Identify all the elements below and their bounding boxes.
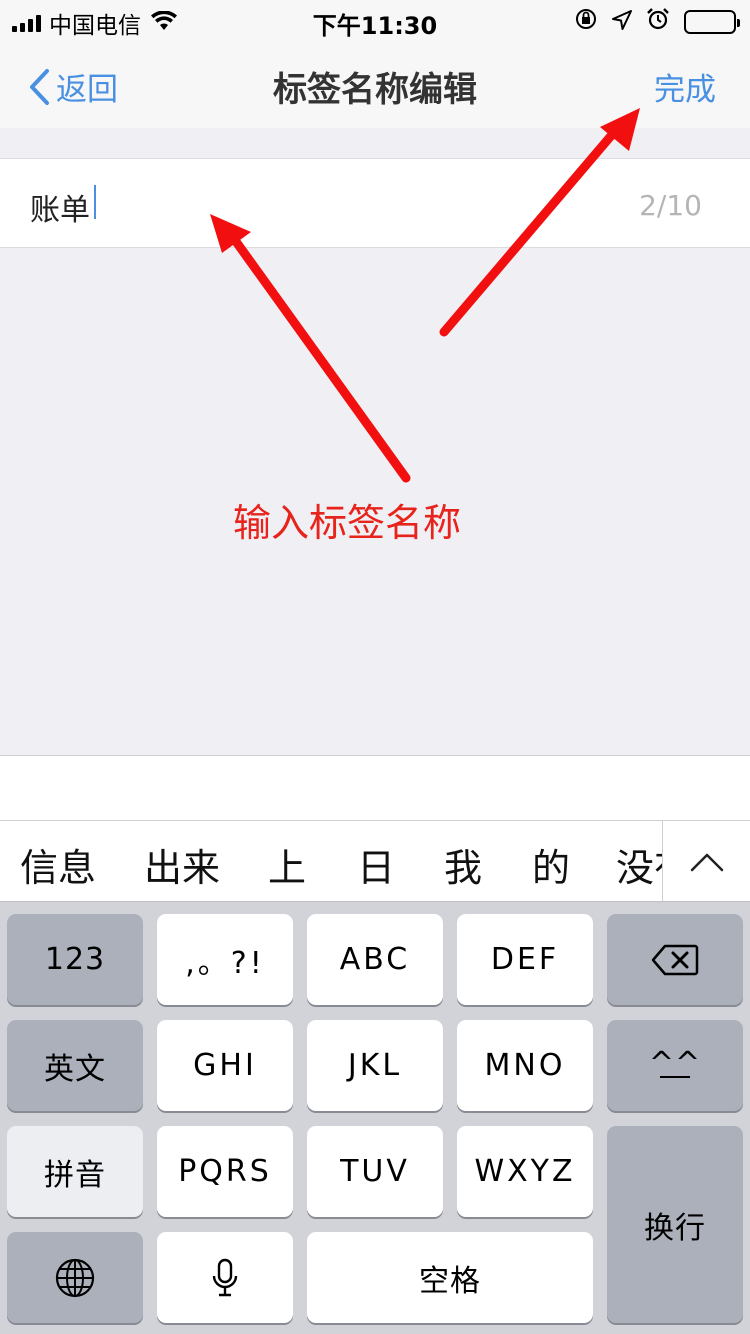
chevron-up-icon: [690, 853, 723, 872]
space-key[interactable]: 空格: [307, 1232, 593, 1323]
return-key[interactable]: 换行: [607, 1126, 743, 1323]
microphone-key[interactable]: [157, 1232, 293, 1323]
arrow-to-input: [210, 214, 411, 483]
input-accessory-area: [0, 755, 750, 820]
key-def[interactable]: DEF: [457, 914, 593, 1005]
globe-key[interactable]: [7, 1232, 143, 1323]
status-right: [574, 7, 740, 37]
page-title: 标签名称编辑: [273, 70, 477, 110]
tag-name-value[interactable]: 账单: [30, 185, 90, 229]
backspace-key[interactable]: [607, 914, 743, 1005]
tag-name-input[interactable]: 账单 2/10: [0, 158, 750, 248]
candidate-item[interactable]: 我: [444, 837, 482, 892]
candidate-item[interactable]: 的: [532, 837, 570, 892]
candidate-item[interactable]: 上: [268, 837, 306, 892]
candidate-item[interactable]: 出来: [144, 837, 220, 892]
key-pqrs[interactable]: PQRS: [157, 1126, 293, 1217]
keyboard: 123 ,。?! ABC DEF 英文 GHI JKL MNO ^^ 拼音 PQ…: [0, 902, 750, 1334]
globe-icon: [55, 1258, 95, 1297]
battery-icon: [684, 10, 740, 34]
key-emoticon[interactable]: ^^: [607, 1020, 743, 1111]
alarm-icon: [646, 7, 670, 37]
candidate-item[interactable]: 信息: [20, 837, 96, 892]
nav-bar: 返回 标签名称编辑 完成: [0, 40, 750, 128]
key-mno[interactable]: MNO: [457, 1020, 593, 1111]
key-jkl[interactable]: JKL: [307, 1020, 443, 1111]
location-icon: [612, 8, 632, 36]
annotation-label: 输入标签名称: [233, 501, 462, 545]
status-bar: 中国电信 下午11:30: [0, 0, 750, 40]
microphone-icon: [212, 1258, 238, 1296]
emoticon-label: ^^: [648, 1045, 702, 1081]
candidate-bar: 信息 出来 上 日 我 的 没有: [0, 820, 750, 902]
char-counter: 2/10: [639, 189, 702, 222]
orientation-lock-icon: [574, 7, 598, 37]
backspace-icon: [651, 944, 699, 975]
key-ghi[interactable]: GHI: [157, 1020, 293, 1111]
done-button[interactable]: 完成: [654, 64, 716, 109]
key-tuv[interactable]: TUV: [307, 1126, 443, 1217]
candidate-item[interactable]: 日: [357, 837, 395, 892]
key-pinyin[interactable]: 拼音: [7, 1126, 143, 1217]
key-english[interactable]: 英文: [7, 1020, 143, 1111]
key-punctuation[interactable]: ,。?!: [157, 914, 293, 1005]
text-caret: [94, 185, 96, 219]
key-wxyz[interactable]: WXYZ: [457, 1126, 593, 1217]
expand-candidates-button[interactable]: [662, 821, 750, 901]
key-abc[interactable]: ABC: [307, 914, 443, 1005]
key-123[interactable]: 123: [7, 914, 143, 1005]
